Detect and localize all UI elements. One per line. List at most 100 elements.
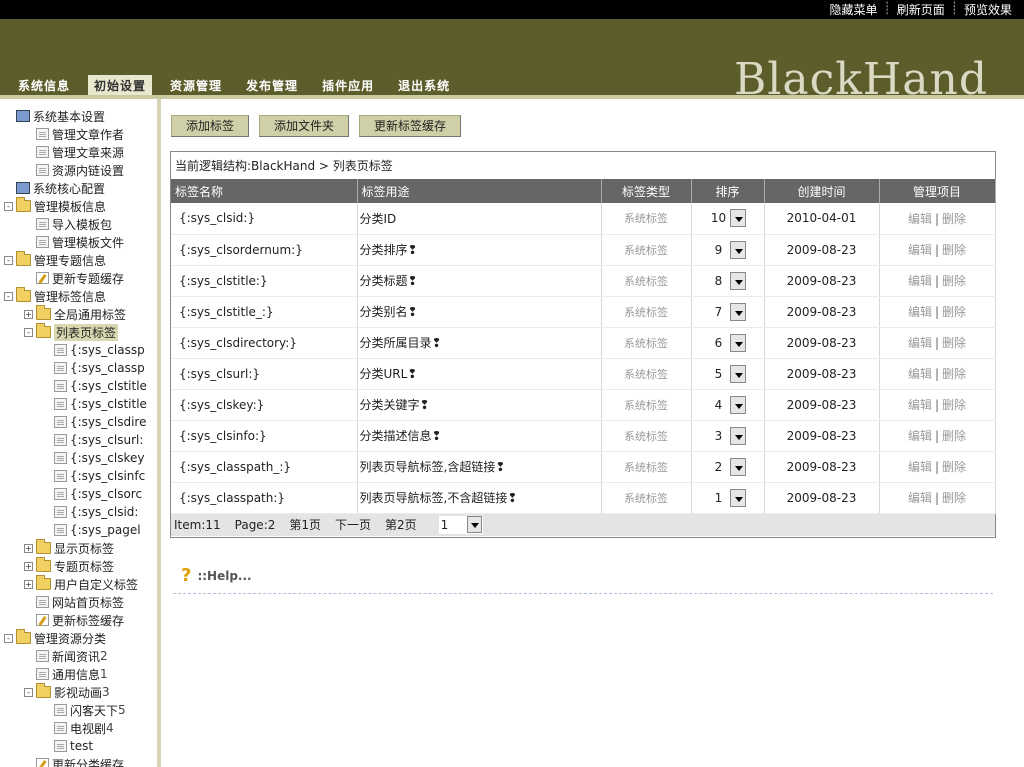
sort-select[interactable]: 6 [708,333,748,353]
chevron-down-icon[interactable] [729,395,746,414]
edit-link[interactable]: 编辑 [908,336,932,350]
tree-node[interactable]: 管理文章来源 [4,143,147,161]
tree-node-label[interactable]: 管理文章作者 [52,126,124,143]
tree-node-label[interactable]: 通用信息 [52,666,100,683]
last-page-link[interactable]: 第2页 [385,516,417,533]
tree-node[interactable]: {:sys_clsid: [4,503,147,521]
help-label[interactable]: ::Help... [197,569,251,583]
tree-node-label[interactable]: 更新标签缓存 [52,612,124,629]
sort-select[interactable]: 10 [708,208,748,228]
expand-icon[interactable]: + [24,579,33,589]
tree-node[interactable]: - 管理资源分类 [4,629,147,647]
tree-node-label[interactable]: 管理专题信息 [34,252,106,269]
chevron-down-icon[interactable] [729,426,746,445]
tree-node[interactable]: {:sys_classp [4,341,147,359]
delete-link[interactable]: 删除 [942,336,966,350]
tree-node-label[interactable]: {:sys_clsid: [70,505,138,519]
tree-node-label[interactable]: 管理资源分类 [34,630,106,647]
tree-node-label[interactable]: 专题页标签 [54,558,114,575]
collapse-icon[interactable]: - [4,291,13,301]
tree-node[interactable]: - 管理模板信息 [4,197,147,215]
edit-link[interactable]: 编辑 [908,367,932,381]
tree-node-label[interactable]: 影视动画 [54,684,102,701]
collapse-icon[interactable]: - [4,633,13,643]
tree-node[interactable]: 系统基本设置 [4,107,147,125]
tree-node-label[interactable]: {:sys_classp [70,361,145,375]
chevron-down-icon[interactable] [466,516,482,533]
tree-node[interactable]: + 专题页标签 [4,557,147,575]
tree-node[interactable]: 新闻资讯 2 [4,647,147,665]
refresh-page-link[interactable]: 刷新页面 [893,1,949,18]
tree-node[interactable]: 更新分类缓存 [4,755,147,767]
tree-node-label[interactable]: 显示页标签 [54,540,114,557]
tree-node[interactable]: {:sys_clsinfc [4,467,147,485]
nav-tab[interactable]: 插件应用 [316,75,380,95]
tree-node[interactable]: {:sys_classp [4,359,147,377]
chevron-down-icon[interactable] [729,240,746,259]
chevron-down-icon[interactable] [729,488,746,507]
tree-node-label[interactable]: 管理标签信息 [34,288,106,305]
tree-node[interactable]: {:sys_clskey [4,449,147,467]
edit-link[interactable]: 编辑 [908,243,932,257]
sort-select[interactable]: 3 [708,426,748,446]
page-select[interactable]: 1 [438,515,483,534]
nav-tab[interactable]: 退出系统 [392,75,456,95]
tree-node-label[interactable]: 网站首页标签 [52,594,124,611]
chevron-down-icon[interactable] [729,457,746,476]
tree-node-label[interactable]: 管理模板文件 [52,234,124,251]
tree-node[interactable]: {:sys_clstitle [4,377,147,395]
tree-node[interactable]: + 显示页标签 [4,539,147,557]
sort-select[interactable]: 5 [708,364,748,384]
chevron-down-icon[interactable] [729,271,746,290]
hide-menu-link[interactable]: 隐藏菜单 [825,1,881,18]
tree-node[interactable]: + 全局通用标签 [4,305,147,323]
tree-node[interactable]: 系统核心配置 [4,179,147,197]
tree-node[interactable]: 更新专题缓存 [4,269,147,287]
collapse-icon[interactable]: - [24,327,33,337]
tree-node-label[interactable]: 新闻资讯 [52,648,100,665]
chevron-down-icon[interactable] [729,302,746,321]
expand-icon[interactable]: + [24,543,33,553]
edit-link[interactable]: 编辑 [908,398,932,412]
tree-node[interactable]: 电视剧 4 [4,719,147,737]
help-section[interactable]: ? ::Help... [181,565,252,586]
tree-node-label[interactable]: {:sys_clstitle [70,379,147,393]
next-page-link[interactable]: 下一页 [335,516,371,533]
nav-tab[interactable]: 初始设置 [88,75,153,95]
update-tag-cache-button[interactable]: 更新标签缓存 [359,115,462,137]
sort-select[interactable]: 4 [708,395,748,415]
expand-icon[interactable]: + [24,561,33,571]
delete-link[interactable]: 删除 [942,398,966,412]
delete-link[interactable]: 删除 [942,491,966,505]
nav-tab[interactable]: 系统信息 [12,75,76,95]
tree-node-label[interactable]: 管理文章来源 [52,144,124,161]
tree-node[interactable]: 网站首页标签 [4,593,147,611]
chevron-down-icon[interactable] [729,209,746,228]
tree-node-label[interactable]: 资源内链设置 [52,162,124,179]
tree-node[interactable]: {:sys_clsdire [4,413,147,431]
edit-link[interactable]: 编辑 [908,491,932,505]
tree-node-label[interactable]: {:sys_clsurl: [70,433,143,447]
edit-link[interactable]: 编辑 [908,305,932,319]
first-page-link[interactable]: 第1页 [289,516,321,533]
tree-node[interactable]: - 管理专题信息 [4,251,147,269]
tree-node[interactable]: 闪客天下 5 [4,701,147,719]
tree-node-label[interactable]: {:sys_pagel [70,523,141,537]
sort-select[interactable]: 8 [708,271,748,291]
add-tag-button[interactable]: 添加标签 [171,115,250,137]
delete-link[interactable]: 删除 [942,367,966,381]
tree-node[interactable]: 更新标签缓存 [4,611,147,629]
sort-select[interactable]: 2 [708,457,748,477]
tree-node-label[interactable]: test [70,739,93,753]
tree-node[interactable]: 通用信息 1 [4,665,147,683]
tree-node[interactable]: {:sys_pagel [4,521,147,539]
edit-link[interactable]: 编辑 [908,429,932,443]
tree-node-label[interactable]: 更新专题缓存 [52,270,124,287]
tree-node-label[interactable]: {:sys_clskey [70,451,144,465]
tree-node[interactable]: - 管理标签信息 [4,287,147,305]
tree-node[interactable]: {:sys_clsurl: [4,431,147,449]
tree-node[interactable]: {:sys_clsorc [4,485,147,503]
tree-node-label[interactable]: {:sys_classp [70,343,145,357]
tree-node-label[interactable]: {:sys_clsdire [70,415,146,429]
collapse-icon[interactable]: - [4,255,13,265]
